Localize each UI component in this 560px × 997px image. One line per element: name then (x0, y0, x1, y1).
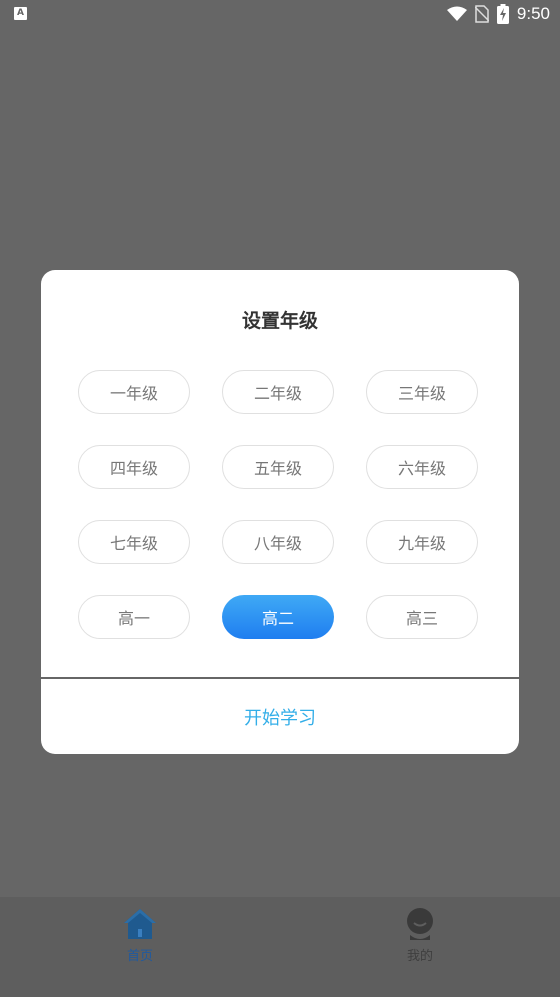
grade-option-4[interactable]: 四年级 (78, 445, 190, 489)
grade-option-senior-2[interactable]: 高二 (222, 595, 334, 639)
grade-option-7[interactable]: 七年级 (78, 520, 190, 564)
grade-option-5[interactable]: 五年级 (222, 445, 334, 489)
status-icons: 9:50 (446, 3, 550, 25)
start-learning-button[interactable]: 开始学习 (41, 679, 519, 754)
wifi-icon (446, 6, 467, 21)
battery-charging-icon (496, 4, 509, 24)
grade-option-1[interactable]: 一年级 (78, 370, 190, 414)
grade-option-3[interactable]: 三年级 (366, 370, 478, 414)
grade-dialog: 设置年级 一年级 二年级 三年级 四年级 五年级 六年级 七年级 八年级 九年级… (41, 270, 519, 754)
nav-item-home[interactable]: 首页 (80, 907, 200, 977)
grade-option-9[interactable]: 九年级 (366, 520, 478, 564)
grade-option-6[interactable]: 六年级 (366, 445, 478, 489)
nav-label-mine: 我的 (406, 949, 433, 964)
status-bar: A 9:50 (0, 0, 560, 28)
nav-item-mine[interactable]: 我的 (360, 907, 480, 977)
status-time: 9:50 (516, 4, 550, 23)
grade-option-senior-3[interactable]: 高三 (366, 595, 478, 639)
grade-option-8[interactable]: 八年级 (222, 520, 334, 564)
grade-option-senior-1[interactable]: 高一 (78, 595, 190, 639)
no-sim-icon (474, 5, 489, 23)
bottom-nav: 首页 我的 (0, 897, 560, 997)
home-icon (124, 909, 156, 939)
grade-option-2[interactable]: 二年级 (222, 370, 334, 414)
profile-icon (407, 908, 433, 940)
dialog-title: 设置年级 (241, 310, 318, 332)
notification-icon: A (14, 7, 27, 20)
nav-label-home: 首页 (126, 949, 153, 964)
